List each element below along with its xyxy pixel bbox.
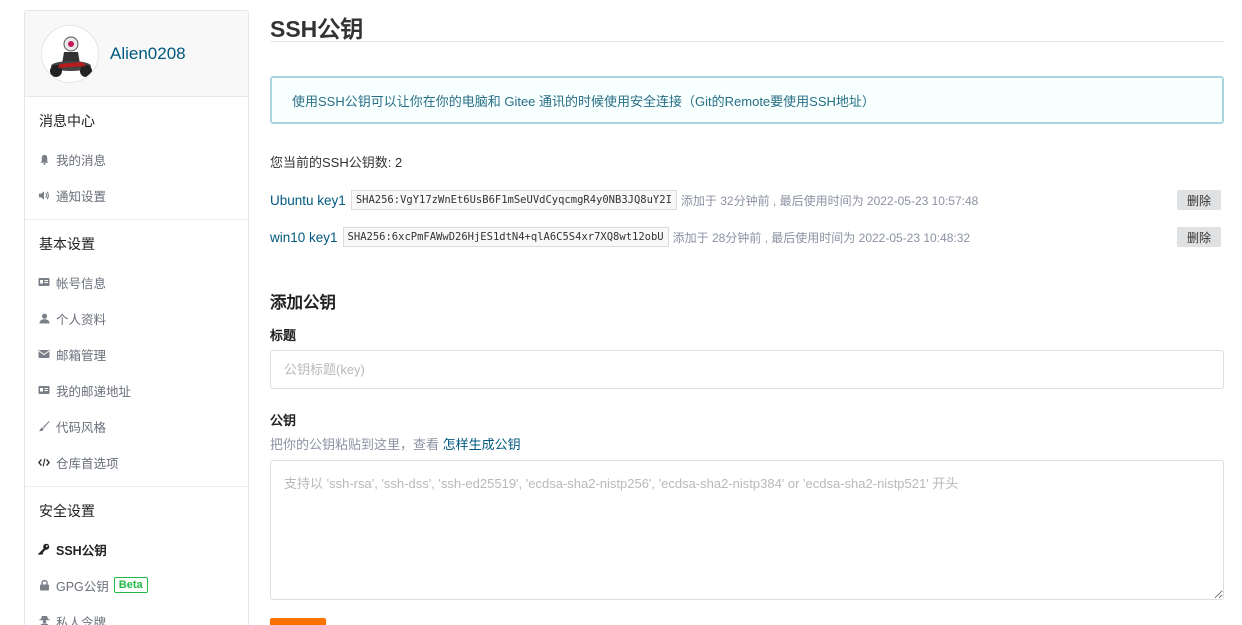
key-meta: 添加于 28分钟前 , 最后使用时间为 2022-05-23 10:48:32 <box>672 230 971 245</box>
info-message-text: 使用SSH公钥可以让你在你的电脑和 Gitee 通讯的时候使用安全连接（Git的… <box>292 93 875 109</box>
sidebar-item-my-messages[interactable]: 我的消息 <box>25 141 248 177</box>
key-meta: 添加于 32分钟前 , 最后使用时间为 2022-05-23 10:57:48 <box>680 193 979 208</box>
public-key-label: 公钥 <box>270 413 297 428</box>
avatar[interactable] <box>41 24 99 83</box>
brush-icon <box>38 420 50 432</box>
key-fingerprint: SHA256:6xcPmFAWwD26HjES1dtN4+qlA6C5S4xr7… <box>342 227 669 247</box>
sidebar-section-title: 安全设置 <box>39 503 95 519</box>
delete-key-button[interactable]: 删除 <box>1177 227 1221 247</box>
lock-icon <box>38 579 50 591</box>
username[interactable]: Alien0208 <box>110 44 186 64</box>
volume-icon <box>38 189 50 201</box>
key-count: 您当前的SSH公钥数: 2 <box>270 155 403 170</box>
code-icon <box>38 456 50 468</box>
ssh-key-row: Ubuntu key1 SHA256:VgY17zWnEt6UsB6F1mSeU… <box>270 190 1224 210</box>
key-title-input[interactable] <box>270 350 1224 389</box>
key-icon <box>38 543 50 555</box>
envelope-icon <box>38 348 50 360</box>
sidebar-item-label: 代码风格 <box>56 420 107 435</box>
page-title: SSH公钥 <box>270 0 1224 42</box>
profile-card: Alien0208 <box>25 11 248 97</box>
sidebar-item-label: 我的消息 <box>56 153 107 168</box>
sidebar-item-label: 仓库首选项 <box>56 456 119 471</box>
sidebar-section-title: 消息中心 <box>39 113 95 129</box>
sidebar-section-title: 基本设置 <box>39 236 95 252</box>
key-fingerprint: SHA256:VgY17zWnEt6UsB6F1mSeUVdCyqcmgR4y0… <box>350 190 677 210</box>
user-icon <box>38 312 50 324</box>
sidebar-item-label: GPG公钥 <box>56 579 109 594</box>
sidebar-item-email[interactable]: 邮箱管理 <box>25 336 248 372</box>
sidebar-item-repo-preferences[interactable]: 仓库首选项 <box>25 444 248 480</box>
sidebar-item-label: 帐号信息 <box>56 276 107 291</box>
add-key-heading: 添加公钥 <box>270 294 336 312</box>
sidebar-section-basic: 基本设置 帐号信息 个人资料 邮箱管理 我的邮递地址 代码风格 仓库首选项 <box>25 220 248 487</box>
key-name[interactable]: Ubuntu key1 <box>270 193 346 208</box>
sidebar-section-security: 安全设置 SSH公钥 GPG公钥 Beta 私人令牌 <box>25 487 248 625</box>
sidebar-item-label: 邮箱管理 <box>56 348 107 363</box>
sidebar-item-code-style[interactable]: 代码风格 <box>25 408 248 444</box>
hint-text: 把你的公钥粘贴到这里，查看 <box>270 437 443 452</box>
sidebar-item-private-tokens[interactable]: 私人令牌 <box>25 603 248 625</box>
sidebar-item-gpg-keys[interactable]: GPG公钥 Beta <box>25 567 248 603</box>
settings-sidebar: Alien0208 消息中心 我的消息 通知设置 基本设置 帐号信息 个人资料 … <box>24 10 249 625</box>
submit-button[interactable]: 确定 <box>270 618 326 625</box>
sidebar-item-label: 我的邮递地址 <box>56 384 132 399</box>
id-card-icon <box>38 276 50 288</box>
sidebar-section-messages: 消息中心 我的消息 通知设置 <box>25 97 248 220</box>
public-key-hint: 把你的公钥粘贴到这里，查看 怎样生成公钥 <box>270 434 1224 453</box>
sidebar-item-account-info[interactable]: 帐号信息 <box>25 264 248 300</box>
sidebar-item-address[interactable]: 我的邮递地址 <box>25 372 248 408</box>
sidebar-item-label: 个人资料 <box>56 312 107 327</box>
sidebar-item-label: SSH公钥 <box>56 543 107 558</box>
delete-key-button[interactable]: 删除 <box>1177 190 1221 210</box>
sidebar-item-profile[interactable]: 个人资料 <box>25 300 248 336</box>
key-name[interactable]: win10 key1 <box>270 230 338 245</box>
bell-icon <box>38 153 50 165</box>
user-secret-icon <box>38 615 50 625</box>
sidebar-item-label: 私人令牌 <box>56 615 107 625</box>
ssh-key-row: win10 key1 SHA256:6xcPmFAWwD26HjES1dtN4+… <box>270 227 1224 247</box>
title-label: 标题 <box>270 328 297 343</box>
sidebar-item-notification-settings[interactable]: 通知设置 <box>25 177 248 213</box>
address-card-icon <box>38 384 50 396</box>
public-key-textarea[interactable] <box>270 460 1224 600</box>
beta-badge: Beta <box>113 577 148 593</box>
how-to-generate-link[interactable]: 怎样生成公钥 <box>443 437 521 452</box>
info-message: 使用SSH公钥可以让你在你的电脑和 Gitee 通讯的时候使用安全连接（Git的… <box>270 76 1224 124</box>
sidebar-item-ssh-keys[interactable]: SSH公钥 <box>25 531 248 567</box>
sidebar-item-label: 通知设置 <box>56 189 107 204</box>
main-content: SSH公钥 使用SSH公钥可以让你在你的电脑和 Gitee 通讯的时候使用安全连… <box>270 0 1224 625</box>
